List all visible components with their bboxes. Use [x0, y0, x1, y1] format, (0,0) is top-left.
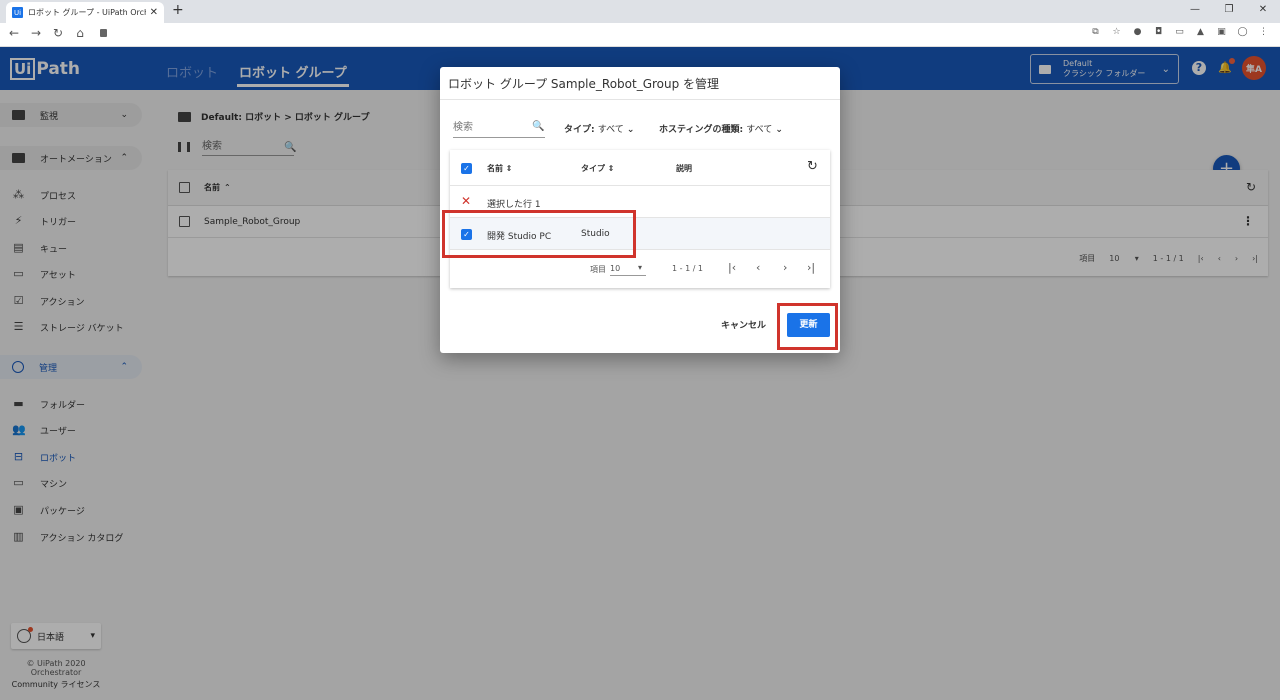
chevron-down-icon: ⌄ — [626, 125, 635, 135]
filter-type[interactable]: タイプ: すべて ⌄ — [564, 122, 634, 135]
close-tab-icon[interactable]: ✕ — [150, 7, 158, 18]
bookmark-star-icon[interactable]: ☆ — [1110, 27, 1123, 40]
prev-page-icon[interactable]: ‹ — [756, 261, 760, 274]
address-bar: ← → ↻ ⌂ ⧉ ☆ ● ◘ ▭ ▲ ▣ ◯ ⋮ — [0, 23, 1280, 47]
selected-rows-text: 選択した行 1 — [487, 200, 541, 210]
column-header-description: 説明 — [676, 164, 692, 173]
translate-icon[interactable]: ⧉ — [1089, 27, 1102, 40]
profile-icon[interactable]: ◯ — [1236, 27, 1249, 40]
clear-selection-icon[interactable]: ✕ — [461, 194, 471, 208]
nav-buttons: ← → ↻ ⌂ — [6, 26, 88, 40]
filter-hosting-label: ホスティングの種類: — [659, 125, 744, 135]
browser-tabbar: Ui ロボット グループ - UiPath Orchestra ✕ + — ❐ … — [0, 0, 1280, 23]
refresh-icon[interactable]: ↻ — [807, 159, 818, 174]
uipath-extension-icon[interactable]: ▣ — [1215, 27, 1228, 40]
home-icon[interactable]: ⌂ — [72, 26, 88, 40]
window-controls: — ❐ ✕ — [1178, 0, 1280, 23]
lock-icon — [100, 29, 107, 37]
extension-icon[interactable]: ● — [1131, 27, 1144, 40]
maximize-icon[interactable]: ❐ — [1212, 0, 1246, 23]
filter-type-label: タイプ: — [564, 125, 595, 135]
highlight-robot-row — [442, 210, 636, 258]
next-page-icon[interactable]: › — [783, 261, 787, 274]
comment-icon[interactable]: ▭ — [1173, 27, 1186, 40]
robots-grid-header: ✓ 名前 ⇕ タイプ ⇕ 説明 ↻ — [450, 150, 830, 186]
column-type-label: タイプ — [581, 164, 605, 173]
camera-icon[interactable]: ◘ — [1152, 27, 1165, 40]
url-field[interactable] — [95, 26, 1230, 43]
dialog-title: ロボット グループ Sample_Robot_Group を管理 — [448, 77, 720, 91]
filter-hosting-type[interactable]: ホスティングの種類: すべて ⌄ — [659, 122, 783, 135]
back-icon[interactable]: ← — [6, 26, 22, 40]
extension-icons: ⧉ ☆ ● ◘ ▭ ▲ ▣ ◯ ⋮ — [1089, 27, 1270, 40]
first-page-icon[interactable]: |‹ — [728, 261, 736, 274]
column-name-label: 名前 — [487, 164, 503, 173]
column-header-type[interactable]: タイプ ⇕ — [581, 163, 615, 174]
page-items-label: 項目 — [590, 265, 606, 274]
window-close-icon[interactable]: ✕ — [1246, 0, 1280, 23]
menu-kebab-icon[interactable]: ⋮ — [1257, 27, 1270, 40]
column-header-name[interactable]: 名前 ⇕ — [487, 163, 513, 174]
search-icon[interactable]: 🔍 — [532, 121, 544, 132]
new-tab-button[interactable]: + — [172, 2, 184, 18]
browser-tab[interactable]: Ui ロボット グループ - UiPath Orchestra ✕ — [6, 2, 164, 23]
browser-tab-title: ロボット グループ - UiPath Orchestra — [28, 8, 146, 17]
forward-icon[interactable]: → — [28, 26, 44, 40]
minimize-icon[interactable]: — — [1178, 0, 1212, 23]
caret-down-icon: ▾ — [638, 263, 643, 272]
chevron-down-icon: ⌄ — [775, 125, 783, 135]
cancel-button[interactable]: キャンセル — [721, 318, 766, 331]
page-range: 1 - 1 / 1 — [672, 264, 704, 273]
select-all-checkbox[interactable]: ✓ — [461, 163, 472, 174]
pdf-icon[interactable]: ▲ — [1194, 27, 1207, 40]
dialog-divider — [440, 99, 840, 100]
filter-hosting-value: すべて — [746, 125, 773, 135]
last-page-icon[interactable]: ›| — [807, 261, 815, 274]
reload-icon[interactable]: ↻ — [50, 26, 66, 40]
filter-type-value: すべて — [597, 125, 624, 135]
highlight-update-button — [777, 303, 838, 350]
page-size-value: 10 — [610, 264, 621, 273]
uipath-favicon-icon: Ui — [12, 7, 23, 18]
